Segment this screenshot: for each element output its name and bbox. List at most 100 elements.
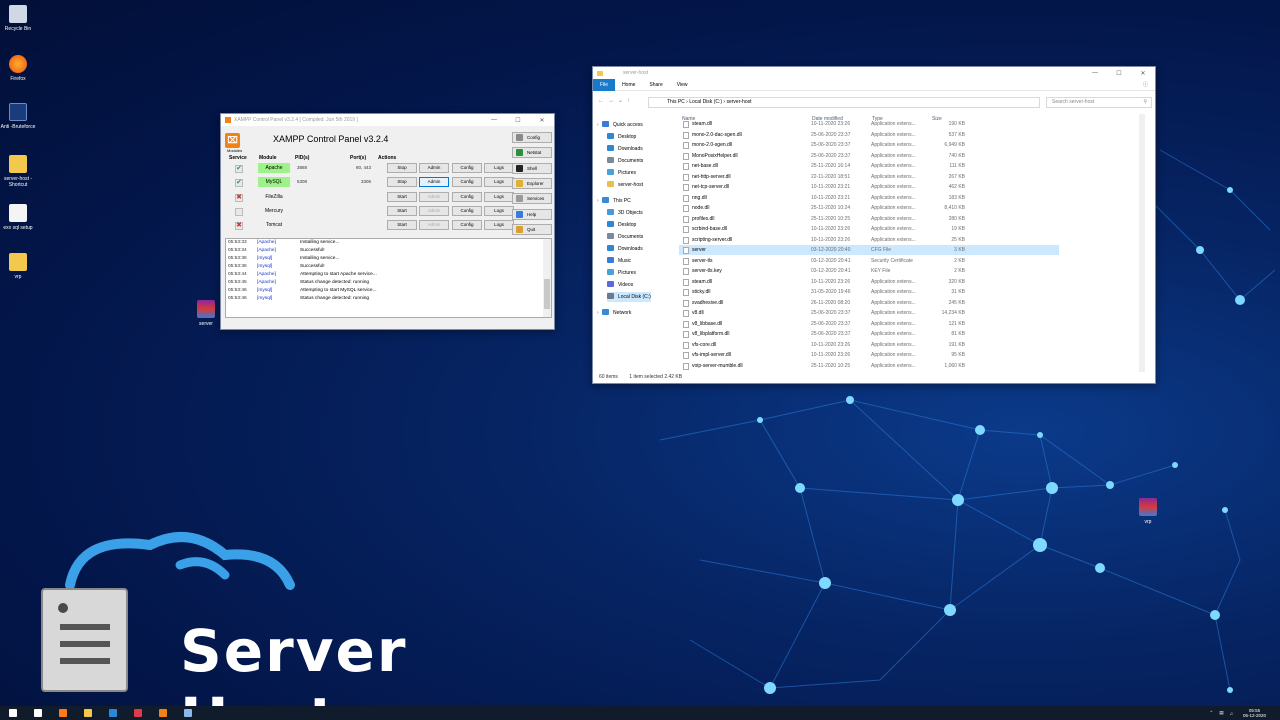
desktop-icon-exx-sql-setup[interactable]: exx sql setup [0, 204, 36, 231]
log-scrollbar[interactable] [543, 239, 551, 317]
file-row[interactable]: mono-2.0-dac-sgen.dll 25-06-2020 23:37 App… [679, 130, 1059, 140]
xampp-control-panel-window[interactable]: XAMPP Control Panel v3.2.4 [ Compiled: J… [220, 113, 555, 330]
nav-item-this-pc[interactable]: › This PC [597, 196, 631, 206]
file-row[interactable]: mono-2.0-sgen.dll 25-06-2020 23:37 Applica… [679, 140, 1059, 150]
nav-item-pictures[interactable]: Pictures [607, 268, 636, 278]
file-row[interactable]: v8.dll 25-06-2020 23:37 Application extens… [679, 308, 1059, 318]
tray-chevron-icon[interactable]: ⌃ [1210, 710, 1214, 716]
nav-item-local-disk-c[interactable]: Local Disk (C:) [607, 292, 651, 302]
navigation-pane[interactable]: › Quick access Desktop Downloads Documents Pi… [593, 117, 675, 372]
nav-item-documents[interactable]: Documents [607, 232, 643, 242]
config-button[interactable]: Config [452, 220, 482, 231]
file-row[interactable]: scrbind-base.dll 10-11-2020 23:26 Applicat… [679, 224, 1059, 234]
logs-button[interactable]: Logs [484, 205, 514, 216]
nav-item-downloads[interactable]: Downloads [607, 144, 643, 154]
file-explorer-taskbar-button[interactable] [75, 706, 100, 720]
service-status[interactable]: ✖ [235, 193, 243, 202]
file-explorer-window[interactable]: server-host — ☐ ✕ File Home Share View ⓘ… [592, 66, 1156, 384]
admin-button[interactable]: Admin [419, 205, 449, 216]
admin-button[interactable]: Admin [419, 163, 449, 173]
nav-item-pictures[interactable]: Pictures [607, 168, 636, 178]
nav-item-desktop[interactable]: Desktop [607, 132, 636, 142]
file-row[interactable]: net-http-server.dll 22-11-2020 18:51 Appli… [679, 172, 1059, 182]
search-box[interactable]: Search server-host ⚲ [1046, 97, 1152, 108]
nav-item-documents[interactable]: Documents [607, 156, 643, 166]
app-red-taskbar-button[interactable] [125, 706, 150, 720]
file-row[interactable]: profiles.dll 25-11-2020 10:25 Application … [679, 214, 1059, 224]
desktop-icon-server-host-shortcut[interactable]: server-host - Shortcut [0, 155, 36, 188]
up-arrow-icon[interactable]: ↑ [627, 98, 634, 104]
netstat-button[interactable]: Netstat [512, 147, 552, 159]
file-row[interactable]: server-tls.key 03-12-2020 20:41 KEY File 2 … [679, 266, 1059, 276]
close-button[interactable]: ✕ [1131, 70, 1155, 77]
file-row[interactable]: scripting-server.dll 10-11-2020 23:26 Appl… [679, 235, 1059, 245]
xampp-taskbar-button[interactable] [150, 706, 175, 720]
breadcrumb-server-host[interactable]: server-host [726, 99, 751, 105]
help-button[interactable]: Help [512, 208, 552, 220]
search-taskbar-button[interactable] [25, 706, 50, 720]
file-row[interactable]: steam.dll 10-11-2020 23:26 Application ext… [679, 119, 1059, 129]
tab-share[interactable]: Share [642, 79, 669, 91]
tab-view[interactable]: View [670, 79, 695, 91]
logs-button[interactable]: Logs [484, 177, 514, 188]
minimize-button[interactable]: — [1083, 70, 1107, 77]
nav-item-quick-access[interactable]: › Quick access [597, 120, 643, 130]
clock[interactable]: 05:55 05-12-2020 [1243, 708, 1266, 718]
stop-button[interactable]: Stop [387, 177, 417, 188]
tab-home[interactable]: Home [615, 79, 642, 91]
file-row[interactable]: node.dll 25-11-2020 10:24 Application exte… [679, 203, 1059, 213]
logs-button[interactable]: Logs [484, 220, 514, 231]
desktop-icon-firefox[interactable]: Firefox [0, 55, 36, 82]
file-row[interactable]: net-tcp-server.dll 10-11-2020 23:21 Applic… [679, 182, 1059, 192]
nav-item-network[interactable]: › Network [597, 308, 631, 318]
mail-taskbar-button[interactable] [100, 706, 125, 720]
config-button[interactable]: Config [452, 163, 482, 173]
shell-button[interactable]: Shell [512, 162, 552, 174]
config-button[interactable]: Config [512, 132, 552, 143]
tab-file[interactable]: File [593, 78, 616, 91]
file-row[interactable]: nng.dll 10-11-2020 23:21 Application exten… [679, 193, 1059, 203]
file-list-scrollbar[interactable] [1139, 114, 1145, 372]
file-row[interactable]: vfs-impl-server.dll 10-11-2020 23:26 Appli… [679, 350, 1059, 360]
back-arrow-icon[interactable]: ← [598, 98, 608, 104]
network-tray-icon[interactable]: ▤ [1219, 710, 1223, 716]
config-button[interactable]: Config [452, 177, 482, 188]
nav-item-desktop[interactable]: Desktop [607, 220, 636, 230]
file-row[interactable]: vfs-core.dll 10-11-2020 23:26 Application … [679, 340, 1059, 350]
recent-chevron-icon[interactable]: ⌄ [618, 98, 627, 104]
file-row[interactable]: v8_libbase.dll 25-06-2020 23:37 Applicatio… [679, 319, 1059, 329]
help-icon[interactable]: ⓘ [1136, 79, 1155, 91]
file-row[interactable]: v8_libplatform.dll 25-06-2020 23:37 Applic… [679, 329, 1059, 339]
file-row[interactable]: svadhesive.dll 26-11-2020 08:20 Applicatio… [679, 298, 1059, 308]
logs-button[interactable]: Logs [484, 191, 514, 202]
volume-tray-icon[interactable]: ♫ [1230, 711, 1233, 716]
admin-button[interactable]: Admin [419, 177, 449, 188]
service-status[interactable]: ✔ [235, 179, 243, 188]
desktop-icon-vrp-archive[interactable]: vrp [1130, 498, 1166, 525]
services-button[interactable]: Services [512, 193, 552, 205]
desktop-icon-recycle-bin[interactable]: Recycle Bin [0, 5, 36, 32]
windows-start-taskbar-button[interactable] [0, 706, 25, 720]
service-status[interactable]: ✖ [235, 222, 243, 231]
admin-button[interactable]: Admin [419, 220, 449, 231]
forward-arrow-icon[interactable]: → [608, 98, 618, 104]
file-row[interactable]: server-tls 03-12-2020 20:41 Security Certi… [679, 256, 1059, 266]
xampp-log-panel[interactable]: 05:53:33 [Apache] Installing service... 05:… [225, 238, 552, 318]
xampp-titlebar[interactable]: XAMPP Control Panel v3.2.4 [ Compiled: J… [221, 114, 554, 126]
stop-button[interactable]: Stop [387, 163, 417, 173]
breadcrumb-this-pc[interactable]: This PC [667, 99, 685, 105]
address-bar[interactable]: This PC › Local Disk (C:) › server-host [648, 97, 1040, 108]
file-row[interactable]: MonoPosixHelper.dll 25-06-2020 23:37 Appli… [679, 151, 1059, 161]
admin-button[interactable]: Admin [419, 191, 449, 202]
logs-button[interactable]: Logs [484, 163, 514, 173]
quit-button[interactable]: Quit [512, 223, 552, 235]
file-row[interactable]: sticky.dll 31-05-2020 19:46 Application ex… [679, 287, 1059, 297]
nav-item-server-host[interactable]: server-host [607, 180, 643, 190]
file-row[interactable]: steam.dll 10-11-2020 23:26 Application ext… [679, 277, 1059, 287]
nav-item-videos[interactable]: Videos [607, 280, 633, 290]
nav-item-3d-objects[interactable]: 3D Objects [607, 208, 643, 218]
file-row[interactable]: server 03-12-2020 20:40 CFG File 3 KB [679, 245, 1059, 255]
nav-item-music[interactable]: Music [607, 256, 631, 266]
service-status[interactable] [235, 207, 243, 216]
desktop-icon-vrp[interactable]: vrp [0, 253, 36, 280]
